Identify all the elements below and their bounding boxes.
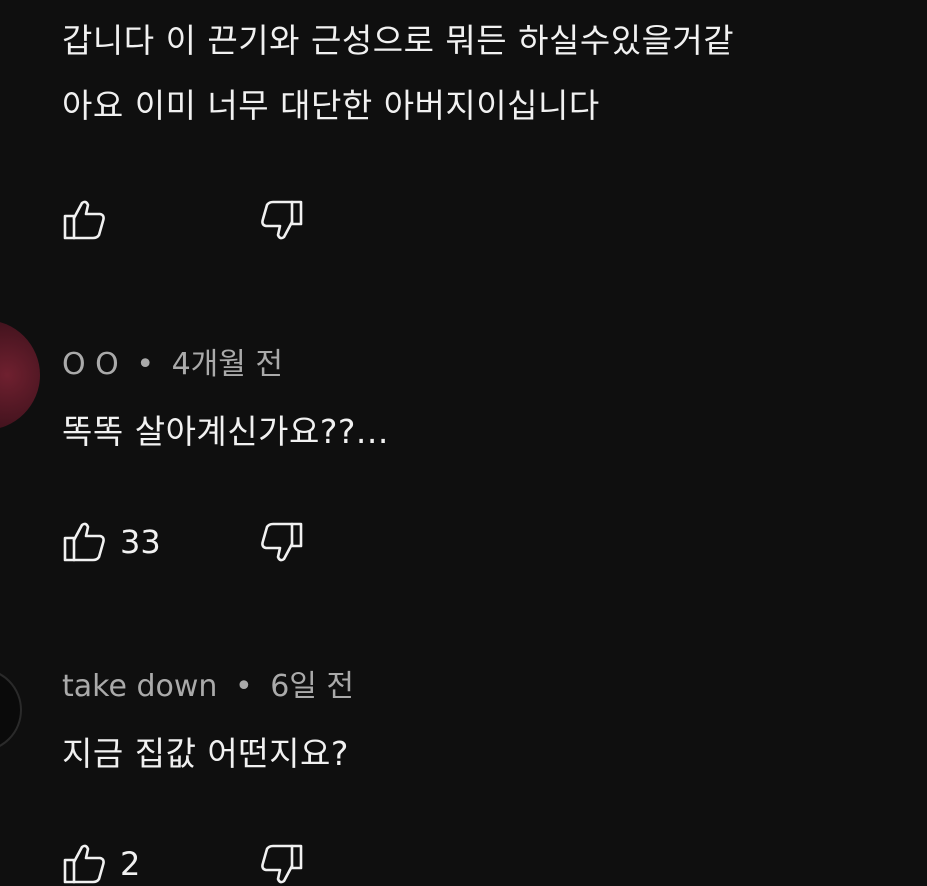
thumbs-down-icon <box>258 520 304 564</box>
thumbs-up-icon <box>62 198 108 242</box>
comment-text: 똑똑 살아계신가요??... <box>62 412 389 451</box>
comment-text-line-1: 갑니다 이 끈기와 근성으로 뭐든 하실수있을거같 <box>62 21 735 60</box>
avatar[interactable] <box>0 668 22 752</box>
comment-author[interactable]: O O <box>62 347 119 382</box>
avatar[interactable] <box>0 320 40 430</box>
comment-text: 지금 집값 어떤지요? <box>62 734 349 773</box>
dislike-button[interactable] <box>258 842 304 886</box>
comment-author[interactable]: take down <box>62 669 217 704</box>
dislike-button[interactable] <box>258 198 304 242</box>
dislike-button[interactable] <box>258 520 304 564</box>
comment-meta: take down • 6일 전 <box>62 672 354 702</box>
thumbs-up-icon <box>62 842 108 886</box>
like-button[interactable]: 33 <box>62 520 161 564</box>
meta-separator: • <box>136 347 155 382</box>
like-count: 2 <box>120 845 141 883</box>
thumbs-down-icon <box>258 198 304 242</box>
like-button[interactable]: 2 <box>62 842 140 886</box>
comment-text-line-2: 아요 이미 너무 대단한 아버지이십니다 <box>62 86 600 125</box>
comment-actions: 2 <box>62 842 303 886</box>
comment-actions <box>62 198 303 242</box>
comment-meta: O O • 4개월 전 <box>62 350 283 380</box>
comments-page: 갑니다 이 끈기와 근성으로 뭐든 하실수있을거같 아요 이미 너무 대단한 아… <box>0 0 927 886</box>
comment-actions: 33 <box>62 520 303 564</box>
like-count: 33 <box>120 523 161 561</box>
thumbs-down-icon <box>258 842 304 886</box>
comment-time[interactable]: 4개월 전 <box>172 347 283 382</box>
comment-time[interactable]: 6일 전 <box>270 669 354 704</box>
like-button[interactable] <box>62 198 120 242</box>
thumbs-up-icon <box>62 520 108 564</box>
meta-separator: • <box>234 669 253 704</box>
